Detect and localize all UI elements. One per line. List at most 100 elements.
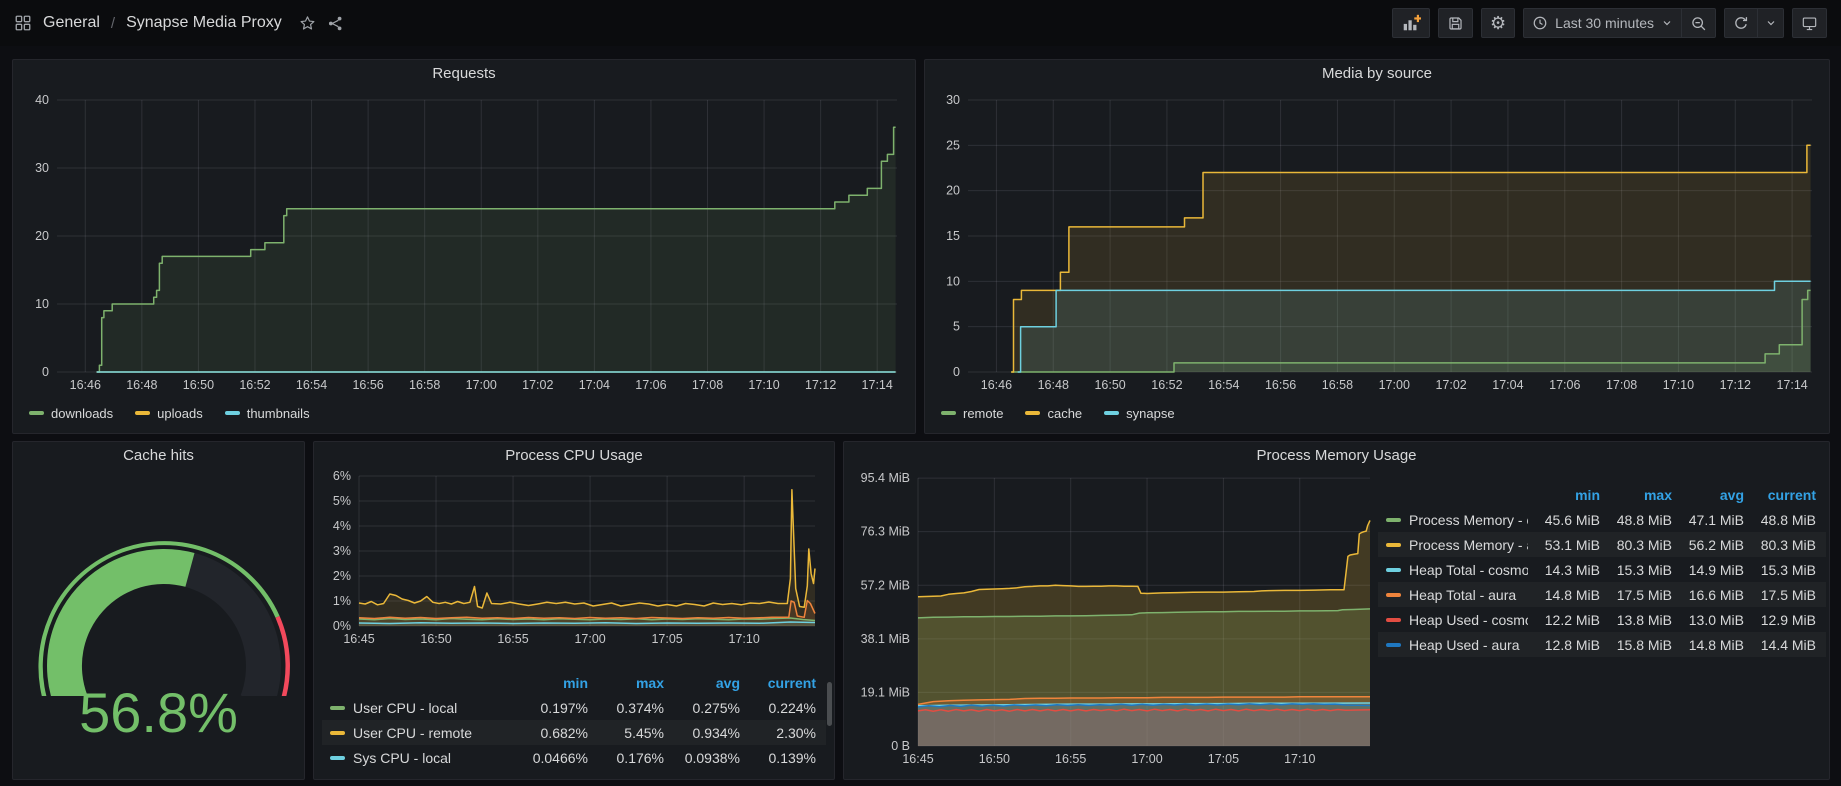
value-max: 17.5 MiB [1600, 587, 1672, 603]
svg-text:16:45: 16:45 [902, 752, 933, 766]
svg-text:17:05: 17:05 [1208, 752, 1239, 766]
panel-title[interactable]: Process Memory Usage [844, 442, 1829, 468]
svg-text:30: 30 [35, 161, 49, 175]
legend-item-thumbnails[interactable]: thumbnails [225, 406, 310, 421]
legend-swatch [29, 411, 44, 415]
breadcrumb-dashboard-title[interactable]: Synapse Media Proxy [126, 14, 282, 32]
value-current: 17.5 MiB [1744, 587, 1816, 603]
svg-text:16:50: 16:50 [1094, 378, 1125, 392]
share-icon[interactable] [327, 15, 344, 32]
value-max: 15.3 MiB [1600, 562, 1672, 578]
legend-table-row: Heap Total - aura14.8 MiB17.5 MiB16.6 Mi… [1378, 582, 1826, 607]
refresh-interval-dropdown[interactable] [1758, 8, 1784, 38]
svg-text:17:00: 17:00 [574, 632, 605, 646]
header-avg[interactable]: avg [664, 675, 740, 691]
svg-text:17:04: 17:04 [579, 378, 610, 392]
svg-text:16:54: 16:54 [296, 378, 327, 392]
header-min[interactable]: min [512, 675, 588, 691]
svg-text:17:12: 17:12 [805, 378, 836, 392]
series-fill [359, 490, 815, 626]
legend-table-row: Heap Total - cosmos14.3 MiB15.3 MiB14.9 … [1378, 557, 1826, 582]
header-min[interactable]: min [1528, 487, 1600, 503]
panel-title[interactable]: Process CPU Usage [314, 442, 834, 468]
panel-requests: Requests 16:4616:4816:5016:5216:5416:561… [12, 59, 916, 434]
svg-text:17:10: 17:10 [748, 378, 779, 392]
legend-item-downloads[interactable]: downloads [29, 406, 113, 421]
legend-table-row: Heap Used - cosmos12.2 MiB13.8 MiB13.0 M… [1378, 607, 1826, 632]
value-min: 14.8 MiB [1528, 587, 1600, 603]
legend-item-synapse[interactable]: synapse [1104, 406, 1174, 421]
value-max: 48.8 MiB [1600, 512, 1672, 528]
series-label-Sys CPU - local[interactable]: Sys CPU - local [330, 750, 512, 766]
legend-item-uploads[interactable]: uploads [135, 406, 203, 421]
legend-table-row: Heap Used - aura12.8 MiB15.8 MiB14.8 MiB… [1378, 632, 1826, 657]
process-cpu-chart[interactable]: 16:4516:5016:5517:0017:0517:100%1%2%3%4%… [321, 468, 827, 650]
legend-item-remote[interactable]: remote [941, 406, 1003, 421]
value-current: 80.3 MiB [1744, 537, 1816, 553]
series-label-Heap Used - aura[interactable]: Heap Used - aura [1386, 637, 1528, 653]
time-range-label: Last 30 minutes [1555, 15, 1654, 31]
add-panel-button[interactable] [1392, 8, 1430, 38]
apps-grid-icon[interactable] [14, 14, 32, 32]
requests-chart[interactable]: 16:4616:4816:5016:5216:5416:5616:5817:00… [21, 86, 907, 400]
legend-scrollbar[interactable] [827, 682, 832, 726]
value-max: 13.8 MiB [1600, 612, 1672, 628]
value-current: 0.139% [740, 750, 816, 766]
breadcrumb-section[interactable]: General [43, 14, 100, 32]
svg-text:1%: 1% [333, 594, 351, 608]
legend-swatch [1386, 618, 1401, 622]
process-memory-chart[interactable]: 16:4516:5016:5517:0017:0517:100 B19.1 Mi… [848, 470, 1378, 770]
toolbar: ⚙ Last 30 minutes [1392, 8, 1827, 38]
media-by-source-chart[interactable]: 16:4616:4816:5016:5216:5416:5616:5817:00… [932, 86, 1822, 400]
header-current[interactable]: current [740, 675, 816, 691]
svg-text:17:12: 17:12 [1720, 378, 1751, 392]
value-min: 0.197% [512, 700, 588, 716]
svg-text:95.4 MiB: 95.4 MiB [861, 471, 910, 485]
legend-swatch [330, 731, 345, 735]
panel-process-memory-usage: Process Memory Usage 16:4516:5016:5517:0… [843, 441, 1830, 780]
grafana-dashboard: General / Synapse Media Proxy [0, 0, 1841, 786]
zoom-out-time-button[interactable] [1682, 8, 1716, 38]
header-current[interactable]: current [1744, 487, 1816, 503]
panel-title[interactable]: Media by source [925, 60, 1829, 86]
series-label-Process Memory - cosmos[interactable]: Process Memory - cosmos [1386, 512, 1528, 528]
svg-text:16:50: 16:50 [979, 752, 1010, 766]
series-label-Heap Used - cosmos[interactable]: Heap Used - cosmos [1386, 612, 1528, 628]
svg-text:17:02: 17:02 [1435, 378, 1466, 392]
svg-text:16:54: 16:54 [1208, 378, 1239, 392]
panel-title[interactable]: Cache hits [13, 442, 304, 468]
header-max[interactable]: max [588, 675, 664, 691]
series-name: Heap Total - cosmos [1409, 562, 1528, 578]
series-name: Process Memory - aura [1409, 537, 1528, 553]
value-max: 0.176% [588, 750, 664, 766]
panel-title[interactable]: Requests [13, 60, 915, 86]
dashboard-settings-button[interactable]: ⚙ [1481, 8, 1515, 38]
save-dashboard-button[interactable] [1438, 8, 1473, 38]
svg-text:17:08: 17:08 [692, 378, 723, 392]
clock-icon [1532, 15, 1548, 31]
header-max[interactable]: max [1600, 487, 1672, 503]
time-range-picker[interactable]: Last 30 minutes [1523, 8, 1682, 38]
svg-text:16:48: 16:48 [126, 378, 157, 392]
refresh-button[interactable] [1724, 8, 1758, 38]
value-min: 12.8 MiB [1528, 637, 1600, 653]
value-max: 5.45% [588, 725, 664, 741]
header-avg[interactable]: avg [1672, 487, 1744, 503]
star-icon[interactable] [299, 15, 316, 32]
svg-text:15: 15 [946, 229, 960, 243]
memory-legend-table: minmaxavgcurrent Process Memory - cosmos 4… [1378, 482, 1826, 657]
cycle-view-mode-button[interactable] [1792, 8, 1827, 38]
series-label-User CPU - remote[interactable]: User CPU - remote [330, 725, 512, 741]
series-label-Heap Total - aura[interactable]: Heap Total - aura [1386, 587, 1528, 603]
svg-text:20: 20 [35, 229, 49, 243]
plus-glyph [1414, 15, 1421, 22]
series-name: Heap Used - aura [1409, 637, 1520, 653]
svg-text:16:48: 16:48 [1038, 378, 1069, 392]
panel-cache-hits: Cache hits 56.8% [12, 441, 305, 780]
series-label-Process Memory - aura[interactable]: Process Memory - aura [1386, 537, 1528, 553]
legend-swatch [1104, 411, 1119, 415]
legend-item-cache[interactable]: cache [1025, 406, 1082, 421]
series-label-User CPU - local[interactable]: User CPU - local [330, 700, 512, 716]
series-label-Heap Total - cosmos[interactable]: Heap Total - cosmos [1386, 562, 1528, 578]
legend-swatch [941, 411, 956, 415]
